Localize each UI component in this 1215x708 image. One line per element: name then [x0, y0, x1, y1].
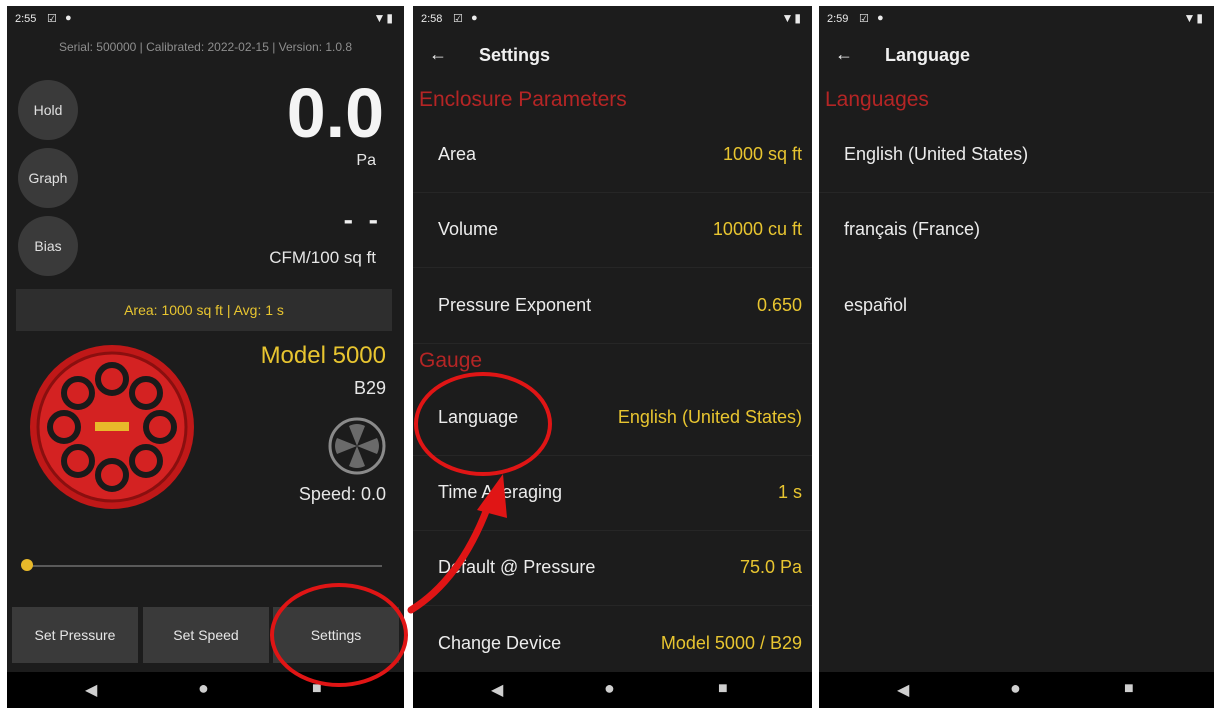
speed-slider-thumb[interactable] [21, 559, 33, 571]
fan-icon [328, 417, 386, 475]
nav-bar: ◀ ● ■ [413, 672, 812, 708]
status-time: 2:59 [827, 13, 849, 25]
language-option-french[interactable]: français (France) [819, 193, 1214, 267]
status-bar: 2:55 ☑ ● ▼▮ [7, 6, 404, 32]
nav-back-icon[interactable]: ◀ [897, 680, 909, 700]
nav-home-icon[interactable]: ● [198, 678, 209, 699]
status-time: 2:58 [421, 13, 443, 25]
device-config: B29 [353, 378, 386, 398]
sim-icon: ☑ [47, 13, 57, 25]
nav-home-icon[interactable]: ● [604, 678, 615, 699]
area-avg-bar[interactable]: Area: 1000 sq ft | Avg: 1 s [16, 289, 392, 331]
language-label: français (France) [844, 219, 981, 239]
status-bar: 2:59 ☑ ● ▼▮ [819, 6, 1214, 32]
flow-value: - - [343, 204, 382, 235]
graph-button[interactable]: Graph [18, 148, 78, 208]
setting-row-volume[interactable]: Volume 10000 cu ft [413, 193, 812, 268]
annotation-arrow [407, 474, 507, 614]
bias-button[interactable]: Bias [18, 216, 78, 276]
wifi-battery-icon: ▼▮ [373, 11, 394, 25]
annotation-circle-settings [270, 583, 408, 687]
annotation-circle-language [414, 372, 552, 476]
back-arrow-icon[interactable]: ← [429, 44, 447, 65]
setting-value: 75.0 Pa [739, 557, 802, 577]
wifi-battery-icon: ▼▮ [781, 11, 802, 25]
section-gauge: Gauge [419, 349, 483, 372]
pressure-unit: Pa [356, 152, 376, 169]
sim-icon: ☑ [453, 13, 463, 25]
language-label: English (United States) [844, 144, 1029, 164]
setting-label: Change Device [438, 633, 562, 653]
setting-value: 0.650 [756, 295, 802, 315]
status-time: 2:55 [15, 13, 37, 25]
device-info: Serial: 500000 | Calibrated: 2022-02-15 … [58, 40, 353, 54]
section-languages: Languages [825, 88, 929, 111]
nav-recents-icon[interactable]: ■ [718, 680, 728, 698]
flow-unit: CFM/100 sq ft [269, 248, 376, 267]
nav-back-icon[interactable]: ◀ [85, 680, 97, 700]
setting-value: 1 s [777, 482, 802, 502]
set-speed-button[interactable]: Set Speed [143, 607, 269, 663]
setting-label: Area [438, 144, 477, 164]
setting-row-area[interactable]: Area 1000 sq ft [413, 118, 812, 193]
hold-button[interactable]: Hold [18, 80, 78, 140]
notification-icon: ● [65, 12, 72, 24]
device-model: Model 5000 [260, 342, 386, 369]
language-option-english[interactable]: English (United States) [819, 118, 1214, 193]
setting-label: Pressure Exponent [438, 295, 592, 315]
notification-icon: ● [471, 12, 478, 24]
setting-row-pressure-exponent[interactable]: Pressure Exponent 0.650 [413, 269, 812, 344]
speed-slider-track[interactable] [24, 565, 382, 567]
setting-value: English (United States) [617, 407, 802, 427]
fan-device-image [30, 345, 194, 509]
set-pressure-button[interactable]: Set Pressure [12, 607, 138, 663]
setting-row-change-device[interactable]: Change Device Model 5000 / B29 [413, 607, 812, 681]
nav-recents-icon[interactable]: ■ [1124, 680, 1134, 698]
section-enclosure: Enclosure Parameters [419, 88, 627, 111]
page-title: Settings [479, 45, 551, 65]
language-option-spanish[interactable]: español [819, 269, 1214, 343]
language-screen: 2:59 ☑ ● ▼▮ ← Language Languages English… [819, 6, 1214, 708]
sim-icon: ☑ [859, 13, 869, 25]
notification-icon: ● [877, 12, 884, 24]
nav-bar: ◀ ● ■ [819, 672, 1214, 708]
back-arrow-icon[interactable]: ← [835, 44, 853, 65]
pressure-value: 0.0 [286, 74, 384, 152]
speed-readout: Speed: 0.0 [298, 484, 386, 504]
setting-label: Volume [438, 219, 499, 239]
nav-home-icon[interactable]: ● [1010, 678, 1021, 699]
setting-value: 10000 cu ft [712, 219, 802, 239]
nav-back-icon[interactable]: ◀ [491, 680, 503, 700]
wifi-battery-icon: ▼▮ [1183, 11, 1204, 25]
page-title: Language [885, 45, 971, 65]
language-label: español [844, 295, 908, 315]
status-bar: 2:58 ☑ ● ▼▮ [413, 6, 812, 32]
setting-value: 1000 sq ft [722, 144, 802, 164]
setting-value: Model 5000 / B29 [660, 633, 802, 653]
